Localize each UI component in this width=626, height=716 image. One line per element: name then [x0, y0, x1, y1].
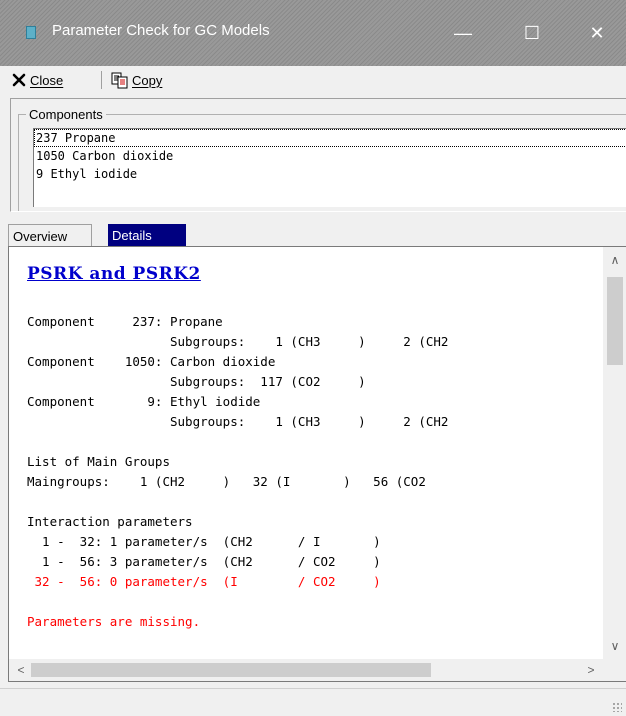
details-line: Interaction parameters [27, 514, 193, 529]
details-line: Component 1050: Carbon dioxide [27, 354, 276, 369]
details-line: Parameters are missing. [27, 614, 201, 629]
details-line: Subgroups: 1 (CH3 ) 2 (CH2 [27, 414, 449, 429]
close-window-button[interactable]: ✕ [574, 16, 620, 50]
toolbar: Close Copy [0, 66, 626, 94]
components-legend: Components [26, 107, 106, 122]
scroll-down-arrow-icon[interactable]: ∨ [603, 637, 626, 655]
details-line: Maingroups: 1 (CH2 ) 32 (I ) 56 (CO2 [27, 474, 426, 489]
vertical-scrollbar[interactable]: ∧ ∨ [603, 247, 626, 659]
copy-button[interactable]: Copy [111, 70, 162, 90]
tab-overview[interactable]: Overview [8, 224, 92, 248]
details-text: Component 237: Propane Subgroups: 1 (CH3… [27, 312, 448, 632]
details-line: List of Main Groups [27, 454, 170, 469]
horizontal-scroll-thumb[interactable] [31, 663, 431, 677]
details-content: PSRK and PSRK2 Component 237: Propane Su… [9, 247, 603, 659]
details-line: Component 9: Ethyl iodide [27, 394, 261, 409]
scroll-right-arrow-icon[interactable]: > [579, 661, 603, 679]
app-icon [26, 26, 36, 39]
details-pane: PSRK and PSRK2 Component 237: Propane Su… [8, 246, 626, 682]
minimize-button[interactable]: — [440, 16, 486, 50]
details-line [27, 592, 448, 612]
tab-strip: Overview Details [8, 224, 626, 248]
details-line [27, 432, 448, 452]
close-icon: ✕ [589, 22, 605, 43]
component-item-carbon-dioxide[interactable]: 1050 Carbon dioxide [34, 147, 626, 165]
close-button[interactable]: Close [11, 70, 63, 90]
close-button-label: Close [30, 72, 64, 88]
details-line [27, 492, 448, 512]
scrollbar-corner [603, 659, 626, 681]
details-line: Subgroups: 1 (CH3 ) 2 (CH2 [27, 334, 449, 349]
component-item-propane[interactable]: 237 Propane [34, 129, 626, 147]
resize-grip-icon[interactable] [612, 702, 622, 712]
maximize-button[interactable]: ☐ [509, 16, 555, 50]
details-heading[interactable]: PSRK and PSRK2 [27, 264, 201, 284]
component-item-ethyl-iodide[interactable]: 9 Ethyl iodide [34, 165, 626, 183]
title-bar: Parameter Check for GC Models — ☐ ✕ [0, 0, 626, 66]
components-list[interactable]: 237 Propane 1050 Carbon dioxide 9 Ethyl … [33, 128, 626, 207]
details-line: 1 - 32: 1 parameter/s (CH2 / I ) [27, 534, 381, 549]
scroll-up-arrow-icon[interactable]: ∧ [603, 251, 626, 269]
window-title: Parameter Check for GC Models [52, 22, 270, 39]
details-line: 32 - 56: 0 parameter/s (I / CO2 ) [27, 574, 381, 589]
tab-details[interactable]: Details [108, 224, 186, 247]
maximize-icon: ☐ [523, 22, 541, 43]
details-line: 1 - 56: 3 parameter/s (CH2 / CO2 ) [27, 554, 381, 569]
details-line: Subgroups: 117 (CO2 ) [27, 374, 366, 389]
scroll-left-arrow-icon[interactable]: < [9, 661, 33, 679]
details-line: Component 237: Propane [27, 314, 223, 329]
x-icon [12, 73, 26, 87]
copy-button-label: Copy [132, 72, 163, 88]
vertical-scroll-thumb[interactable] [607, 277, 623, 365]
toolbar-separator [101, 71, 102, 89]
minimize-icon: — [454, 22, 472, 43]
horizontal-scrollbar[interactable]: < > [9, 659, 603, 681]
copy-icon [111, 72, 128, 88]
status-bar [0, 688, 626, 716]
